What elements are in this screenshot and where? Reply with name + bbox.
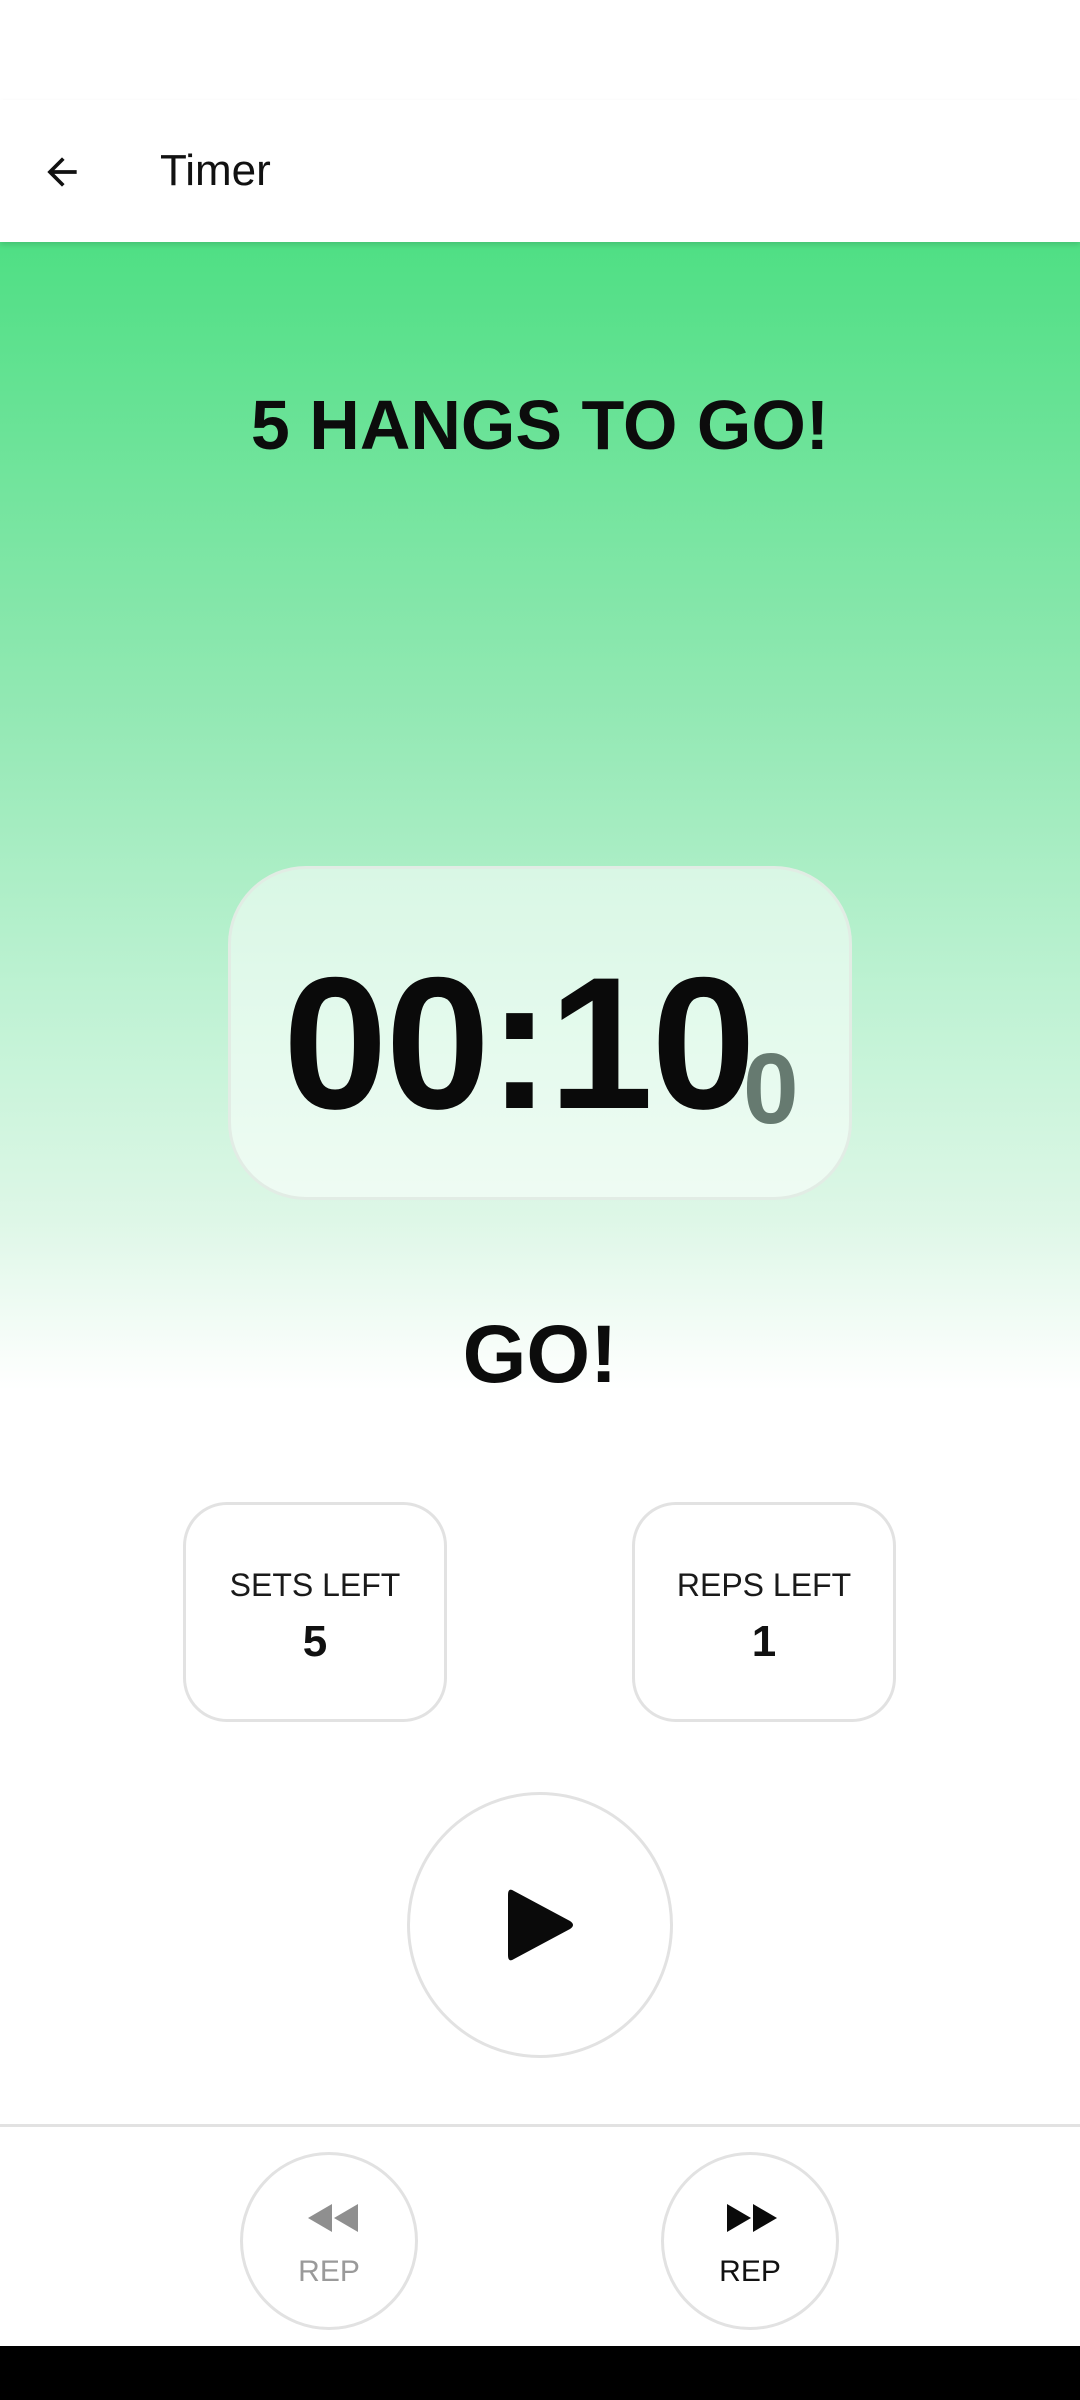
play-button[interactable] [407,1792,673,2058]
previous-rep-button[interactable]: REP [240,2152,418,2330]
rewind-icon [308,2204,358,2232]
sets-left-label: SETS LEFT [229,1567,401,1603]
reps-left-value: 1 [751,1617,777,1666]
timer-tenths: 0 [743,1033,799,1145]
page-title: Timer [160,146,271,195]
sets-left-value: 5 [302,1617,328,1666]
app-bar: Timer [0,100,1080,242]
reps-left-card: REPS LEFT 1 [632,1502,896,1722]
back-button[interactable] [22,132,102,212]
status-bar [0,0,1080,100]
timer-screen: Timer 5 HANGS TO GO! 00:10 0 GO! SETS LE… [0,0,1080,2400]
fast-forward-icon [727,2204,777,2232]
timer-content: 5 HANGS TO GO! 00:10 0 GO! SETS LEFT 5 R… [0,242,1080,2124]
next-rep-button[interactable]: REP [661,2152,839,2330]
phase-label: GO! [462,1309,618,1400]
arrow-left-icon [47,157,77,187]
hangs-remaining-headline: 5 HANGS TO GO! [250,386,830,464]
rep-controls-panel: REP REP [0,2124,1080,2346]
system-navigation-bar [0,2346,1080,2400]
sets-left-card: SETS LEFT 5 [183,1502,447,1722]
reps-left-label: REPS LEFT [676,1567,852,1603]
next-rep-label: REP [719,2255,781,2288]
timer-display: 00:10 0 [228,866,852,1200]
play-icon [508,1889,573,1961]
timer-time: 00:10 [283,938,756,1148]
previous-rep-label: REP [298,2255,360,2288]
